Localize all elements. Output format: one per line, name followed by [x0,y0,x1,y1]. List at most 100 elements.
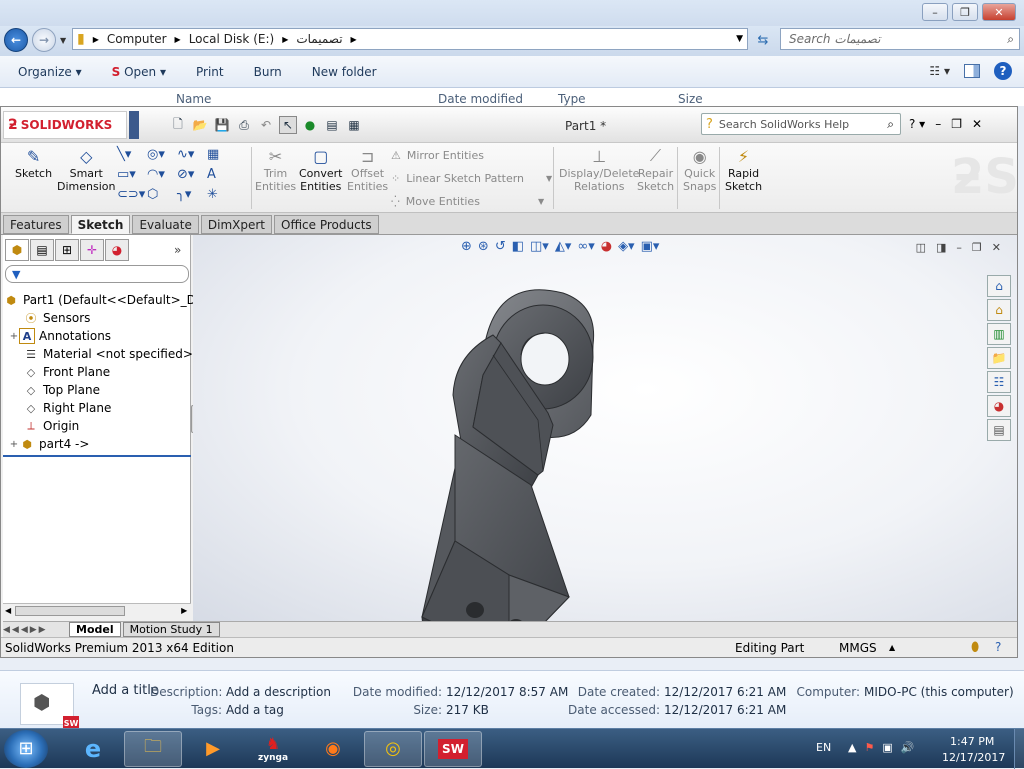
menu-flyout-arrow[interactable] [129,111,139,139]
taskbar-chrome[interactable]: ◎ [364,730,422,767]
rectangle-icon[interactable]: ▭▾ [117,167,147,187]
print-icon[interactable]: ⎙ [235,116,253,134]
restore-icon[interactable]: ❐ [951,117,962,131]
column-type[interactable]: Type [558,92,586,106]
close-button[interactable]: ✕ [982,3,1016,21]
minimize-icon[interactable]: – [935,117,941,131]
save-icon[interactable]: 💾 [213,116,231,134]
smart-dimension-button[interactable]: ◇ Smart Dimension [57,145,115,194]
options-icon[interactable]: ▦ [345,116,363,134]
explorer-search-input[interactable]: Search تصميمات ⌕ [780,28,1020,50]
display-manager-tab-icon[interactable]: ◕ [105,239,129,261]
tab-office-products[interactable]: Office Products [274,215,379,234]
file-properties-icon[interactable]: ▤ [323,116,341,134]
address-bar[interactable]: ▮ ▶ Computer ▶ Local Disk (E:) ▶ تصميمات… [72,28,748,50]
expand-icon[interactable]: + [9,439,19,450]
mirror-entities-button[interactable]: ⚠ Mirror Entities [391,149,484,162]
new-folder-button[interactable]: New folder [312,65,377,79]
polygon-icon[interactable]: ⬡ [147,187,177,207]
breadcrumb-current-folder[interactable]: تصميمات [296,32,342,46]
trim-entities-button[interactable]: ✂ Trim Entities [255,145,296,194]
close-icon[interactable]: ✕ [972,117,982,131]
tree-item-origin[interactable]: ⟂ Origin [23,417,79,435]
taskbar-media-player[interactable]: ▶ [184,731,242,767]
view-palette-icon[interactable]: ☷ [987,371,1011,393]
configuration-manager-tab-icon[interactable]: ⊞ [55,239,79,261]
taskbar-firefox[interactable]: ◉ [304,731,362,767]
line-icon[interactable]: ╲▾ [117,147,147,167]
taskbar-explorer[interactable]: 🗀 [124,730,182,767]
point-icon[interactable]: ✳ [207,187,237,207]
spline-icon[interactable]: ∿▾ [177,147,207,167]
tree-item-front-plane[interactable]: ◇ Front Plane [23,363,110,381]
open-document-icon[interactable]: 📂 [191,116,209,134]
tab-nav-icons[interactable]: ◀◀◀▶▶ [3,625,67,635]
value-tags[interactable]: Add a tag [226,703,284,717]
feature-tree-tab-icon[interactable]: ⬢ [5,239,29,261]
help-search-input[interactable]: ? Search SolidWorks Help ⌕ [701,113,901,135]
column-name[interactable]: Name [176,92,211,106]
units-dropdown-icon[interactable]: ▲ [889,643,895,652]
slot-icon[interactable]: ⊂⊃▾ [117,187,147,207]
sketch-grid-icon[interactable]: ▦ [207,147,237,167]
tree-item-annotations[interactable]: + A Annotations [9,327,111,345]
design-library-icon[interactable]: ▥ [987,323,1011,345]
search-icon[interactable]: ⌕ [1007,32,1014,47]
appearances-icon[interactable]: ◕ [987,395,1011,417]
clock-date[interactable]: 12/17/2017 [942,751,1005,764]
details-title[interactable]: Add a title [92,683,159,698]
tree-rollback-bar[interactable] [3,455,191,457]
display-delete-relations-button[interactable]: ⊥ Display/Delete Relations [559,145,639,194]
tree-item-top-plane[interactable]: ◇ Top Plane [23,381,100,399]
volume-icon[interactable]: 🔊 [901,741,915,754]
tab-model[interactable]: Model [69,622,121,637]
circle-icon[interactable]: ◎▾ [147,147,177,167]
scroll-thumb[interactable] [15,605,126,616]
quick-snaps-button[interactable]: ◉ Quick Snaps [683,145,716,194]
tag-icon[interactable]: ⬮ [971,640,979,655]
undo-icon[interactable]: ↶ [257,116,275,134]
file-explorer-icon[interactable]: 📁 [987,347,1011,369]
fillet-icon[interactable]: ╮▾ [177,187,207,207]
rebuild-icon[interactable]: ● [301,116,319,134]
offset-entities-button[interactable]: ⊐ Offset Entities [347,145,388,194]
repair-sketch-button[interactable]: ⟋ Repair Sketch [637,145,674,193]
view-options-icon[interactable]: ☷ ▾ [929,64,950,78]
minimize-button[interactable]: – [922,3,948,21]
help-menu-icon[interactable]: ? ▾ [909,117,925,131]
property-manager-tab-icon[interactable]: ▤ [30,239,54,261]
convert-entities-button[interactable]: ▢ Convert Entities [299,145,343,194]
graphics-area[interactable]: ⊕ ⊛ ↺ ◧ ◫▾ ◭▾ ∞▾ ◕ ◈▾ ▣▾ ◫ ◨ – ❐ ✕ [193,235,1017,621]
dimxpert-manager-tab-icon[interactable]: ✛ [80,239,104,261]
show-hidden-icons-icon[interactable]: ▲ [848,741,856,754]
address-dropdown-icon[interactable]: ▼ [736,34,743,44]
breadcrumb-computer[interactable]: Computer [107,32,167,46]
help-icon[interactable]: ? [994,62,1012,80]
open-button[interactable]: S Open ▾ [112,65,166,79]
solidworks-logo[interactable]: ƻ SOLIDWORKS [3,111,127,139]
tree-item-material[interactable]: ☰ Material <not specified> [23,345,193,363]
start-button[interactable]: ⊞ [4,729,48,768]
value-description[interactable]: Add a description [226,685,331,699]
tab-dimxpert[interactable]: DimXpert [200,215,272,234]
maximize-button[interactable]: ❐ [952,3,978,21]
linear-sketch-pattern-button[interactable]: ⁘ Linear Sketch Pattern ▼ [391,172,552,185]
show-desktop-button[interactable] [1014,729,1024,769]
preview-pane-icon[interactable] [964,64,980,78]
select-icon[interactable]: ↖ [279,116,297,134]
tab-motion-study[interactable]: Motion Study 1 [122,622,220,637]
organize-button[interactable]: Organize ▾ [18,65,82,79]
network-icon[interactable]: ▣ [882,741,892,754]
scroll-left-icon[interactable]: ◀ [5,606,11,615]
help-status-icon[interactable]: ? [995,640,1001,654]
forward-button[interactable]: → [32,28,56,52]
language-indicator[interactable]: EN [816,741,831,754]
breadcrumb-local-disk[interactable]: Local Disk (E:) [189,32,275,46]
tab-sketch[interactable]: Sketch [70,215,131,234]
tree-filter-input[interactable]: ▼ [5,265,189,283]
expand-tabs-icon[interactable]: » [174,243,181,257]
taskbar-solidworks[interactable]: SW [424,730,482,767]
taskbar-ie[interactable]: e [64,731,122,767]
tab-features[interactable]: Features [3,215,69,234]
ellipse-icon[interactable]: ⊘▾ [177,167,207,187]
